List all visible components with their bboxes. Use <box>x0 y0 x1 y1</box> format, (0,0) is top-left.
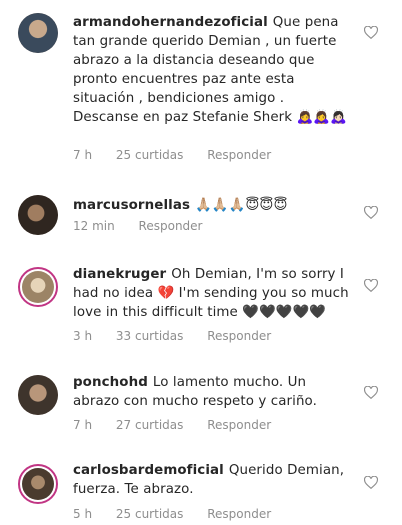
comment-meta: 7 h 25 curtidas Responder <box>73 148 291 162</box>
comment-time: 7 h <box>73 148 93 162</box>
comment-body: ponchohd Lo lamento mucho. Un abrazo con … <box>73 373 353 411</box>
comment-meta: 3 h 33 curtidas Responder <box>73 329 291 343</box>
avatar[interactable] <box>18 13 58 53</box>
reply-button[interactable]: Responder <box>207 418 271 432</box>
comment-text: 🙏🏼🙏🏼🙏🏼😇😇😇 <box>195 198 288 213</box>
like-heart-icon[interactable] <box>364 206 378 219</box>
comment-time: 7 h <box>73 418 93 432</box>
comment-likes[interactable]: 25 curtidas <box>116 148 183 162</box>
comment-text: Que pena tan grande querido Demian , un … <box>73 15 347 125</box>
comment-time: 5 h <box>73 507 93 521</box>
like-heart-icon[interactable] <box>364 26 378 39</box>
comment-item: ponchohd Lo lamento mucho. Un abrazo con … <box>0 362 402 447</box>
comment-body: marcusornellas 🙏🏼🙏🏼🙏🏼😇😇😇 <box>73 196 353 215</box>
reply-button[interactable]: Responder <box>207 329 271 343</box>
avatar-image <box>22 271 54 303</box>
comment-item: armandohernandezoficial Que pena tan gran… <box>0 0 402 175</box>
comment-body: carlosbardemoficial Querido Demian, fuerz… <box>73 461 353 499</box>
avatar-image <box>22 468 54 500</box>
reply-button[interactable]: Responder <box>207 148 271 162</box>
reply-button[interactable]: Responder <box>207 507 271 521</box>
like-heart-icon[interactable] <box>364 279 378 292</box>
comment-body: armandohernandezoficial Que pena tan gran… <box>73 13 353 127</box>
comment-likes[interactable]: 27 curtidas <box>116 418 183 432</box>
comment-time: 12 min <box>73 219 115 233</box>
avatar-image <box>18 195 58 235</box>
comment-username[interactable]: carlosbardemoficial <box>73 463 224 478</box>
reply-button[interactable]: Responder <box>139 219 203 233</box>
comment-meta: 5 h 25 curtidas Responder <box>73 507 291 521</box>
comment-body: dianekruger Oh Demian, I'm so sorry I had… <box>73 265 353 322</box>
comment-username[interactable]: dianekruger <box>73 267 166 282</box>
avatar-image <box>18 13 58 53</box>
comment-meta: 7 h 27 curtidas Responder <box>73 418 291 432</box>
like-heart-icon[interactable] <box>364 476 378 489</box>
avatar[interactable] <box>18 464 58 504</box>
comment-item: carlosbardemoficial Querido Demian, fuerz… <box>0 447 402 525</box>
avatar[interactable] <box>18 195 58 235</box>
comment-likes[interactable]: 25 curtidas <box>116 507 183 521</box>
comment-item: dianekruger Oh Demian, I'm so sorry I had… <box>0 257 402 362</box>
comment-meta: 12 min Responder <box>73 219 222 233</box>
comment-time: 3 h <box>73 329 93 343</box>
avatar[interactable] <box>18 267 58 307</box>
avatar[interactable] <box>18 375 58 415</box>
comment-username[interactable]: ponchohd <box>73 375 148 390</box>
comment-username[interactable]: armandohernandezoficial <box>73 15 268 30</box>
like-heart-icon[interactable] <box>364 386 378 399</box>
comment-username[interactable]: marcusornellas <box>73 198 190 213</box>
comment-item: marcusornellas 🙏🏼🙏🏼🙏🏼😇😇😇 12 min Responder <box>0 175 402 257</box>
comment-likes[interactable]: 33 curtidas <box>116 329 183 343</box>
avatar-image <box>18 375 58 415</box>
